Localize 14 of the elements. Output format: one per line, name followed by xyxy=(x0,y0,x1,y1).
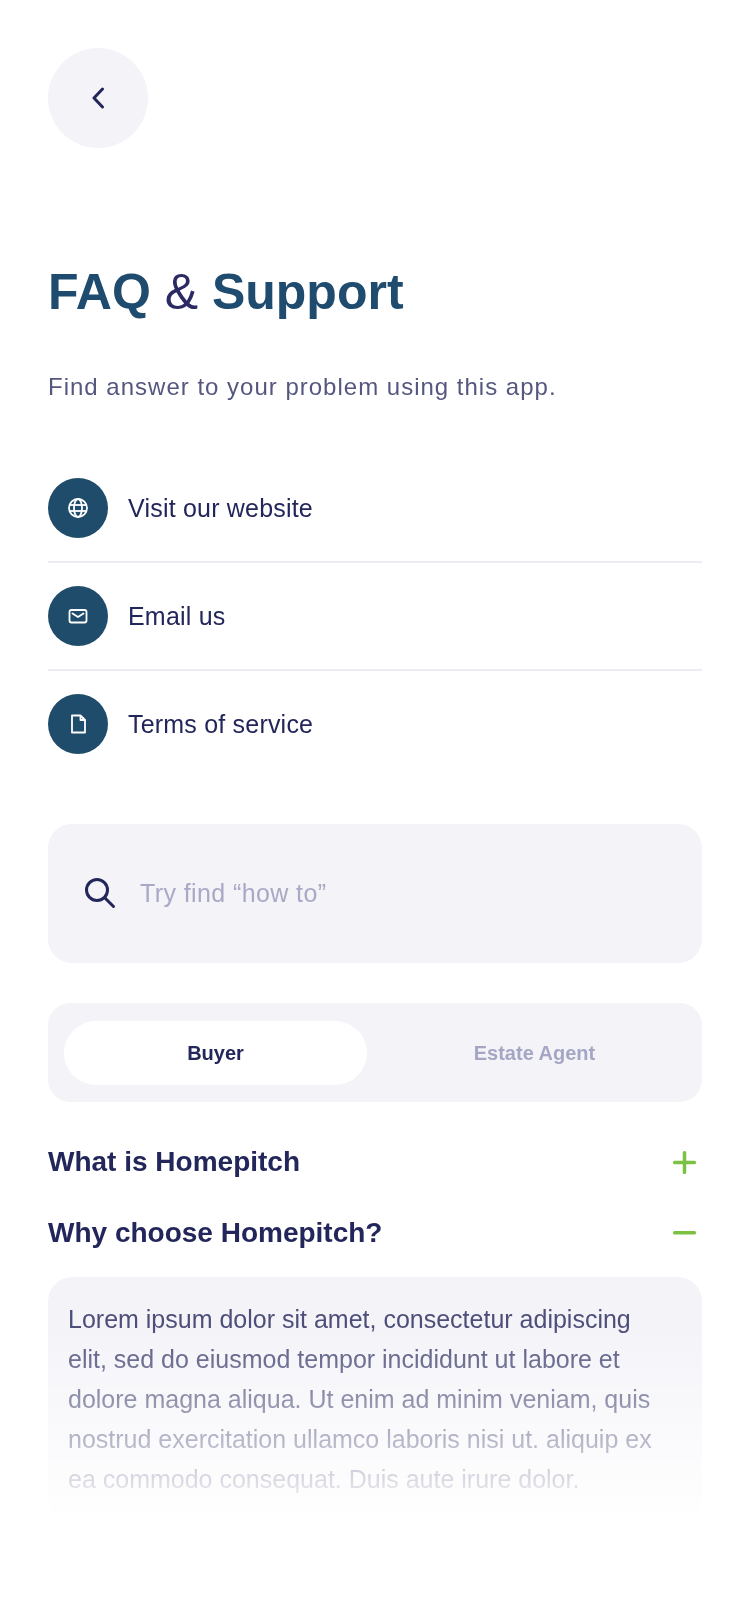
chevron-left-icon xyxy=(91,87,105,109)
search-icon xyxy=(84,877,116,909)
faq-question[interactable]: Why choose Homepitch? xyxy=(48,1215,702,1251)
envelope-icon xyxy=(48,586,108,646)
faq-question[interactable]: What is Homepitch xyxy=(48,1144,702,1180)
support-link[interactable]: Visit our website xyxy=(48,455,702,561)
page-subtitle: Find answer to your problem using this app. xyxy=(48,372,558,402)
support-link[interactable]: Email us xyxy=(48,561,702,669)
document-icon xyxy=(48,694,108,754)
tab[interactable]: Buyer xyxy=(64,1021,367,1085)
support-link[interactable]: Terms of service xyxy=(48,669,702,777)
globe-icon xyxy=(48,478,108,538)
search-field[interactable]: Try find “how to” xyxy=(48,824,702,963)
page-title: FAQ & Support xyxy=(48,263,405,322)
